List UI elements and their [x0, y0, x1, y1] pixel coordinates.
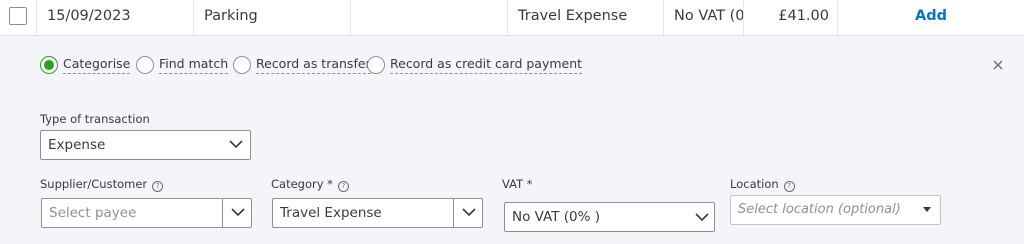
column-divider [193, 0, 194, 35]
chevron-down-icon [695, 213, 709, 222]
record-transfer-label[interactable]: Record as transfer [256, 56, 371, 74]
supplier-customer-label-text: Supplier/Customer [40, 177, 148, 191]
type-of-transaction-label: Type of transaction [40, 112, 150, 126]
row-payee [361, 0, 501, 35]
close-icon[interactable] [990, 56, 1006, 74]
chevron-down-icon[interactable] [462, 208, 476, 217]
row-description: Parking [204, 8, 258, 24]
chevron-down-icon [229, 140, 243, 149]
categorise-radio[interactable] [40, 56, 58, 74]
help-icon[interactable]: ? [783, 181, 795, 192]
category-field[interactable]: Travel Expense [272, 198, 483, 228]
field-divider [222, 199, 223, 227]
supplier-customer-label: Supplier/Customer? [40, 177, 164, 192]
supplier-customer-field[interactable]: Select payee [41, 198, 252, 228]
add-button[interactable]: Add [838, 0, 1024, 35]
category-label-text: Category * [271, 177, 333, 191]
find-match-label[interactable]: Find match [159, 56, 229, 74]
record-transfer-radio[interactable] [233, 56, 251, 74]
category-value: Travel Expense [280, 205, 382, 221]
record-cc-payment-radio[interactable] [367, 56, 385, 74]
categorise-label[interactable]: Categorise [63, 56, 131, 74]
type-of-transaction-select[interactable]: Expense [40, 130, 251, 160]
location-placeholder: Select location (optional) [738, 202, 901, 217]
supplier-customer-placeholder: Select payee [49, 205, 137, 221]
vat-value: No VAT (0% ) [512, 209, 600, 225]
column-divider [350, 0, 351, 35]
vat-select[interactable]: No VAT (0% ) [504, 202, 715, 232]
row-checkbox[interactable] [9, 7, 27, 25]
help-icon[interactable]: ? [337, 181, 349, 192]
transaction-row[interactable]: 15/09/2023 Parking Travel Expense No VAT… [0, 0, 1024, 36]
record-cc-payment-label[interactable]: Record as credit card payment [390, 56, 583, 74]
location-label: Location? [730, 177, 795, 192]
vat-label: VAT * [502, 177, 533, 191]
row-amount: £41.00 [778, 8, 829, 24]
row-date: 15/09/2023 [47, 8, 131, 24]
row-vat: No VAT (0% [674, 8, 743, 24]
location-select[interactable]: Select location (optional) [730, 195, 941, 225]
find-match-radio[interactable] [136, 56, 154, 74]
location-label-text: Location [730, 177, 779, 191]
field-divider [453, 199, 454, 227]
help-icon[interactable]: ? [152, 181, 164, 192]
category-label: Category *? [271, 177, 349, 192]
chevron-down-icon[interactable] [231, 208, 245, 217]
caret-down-icon [923, 207, 931, 212]
column-divider [36, 0, 37, 35]
column-divider [663, 0, 664, 35]
row-category: Travel Expense [518, 8, 628, 24]
column-divider [507, 0, 508, 35]
type-of-transaction-value: Expense [48, 137, 106, 153]
